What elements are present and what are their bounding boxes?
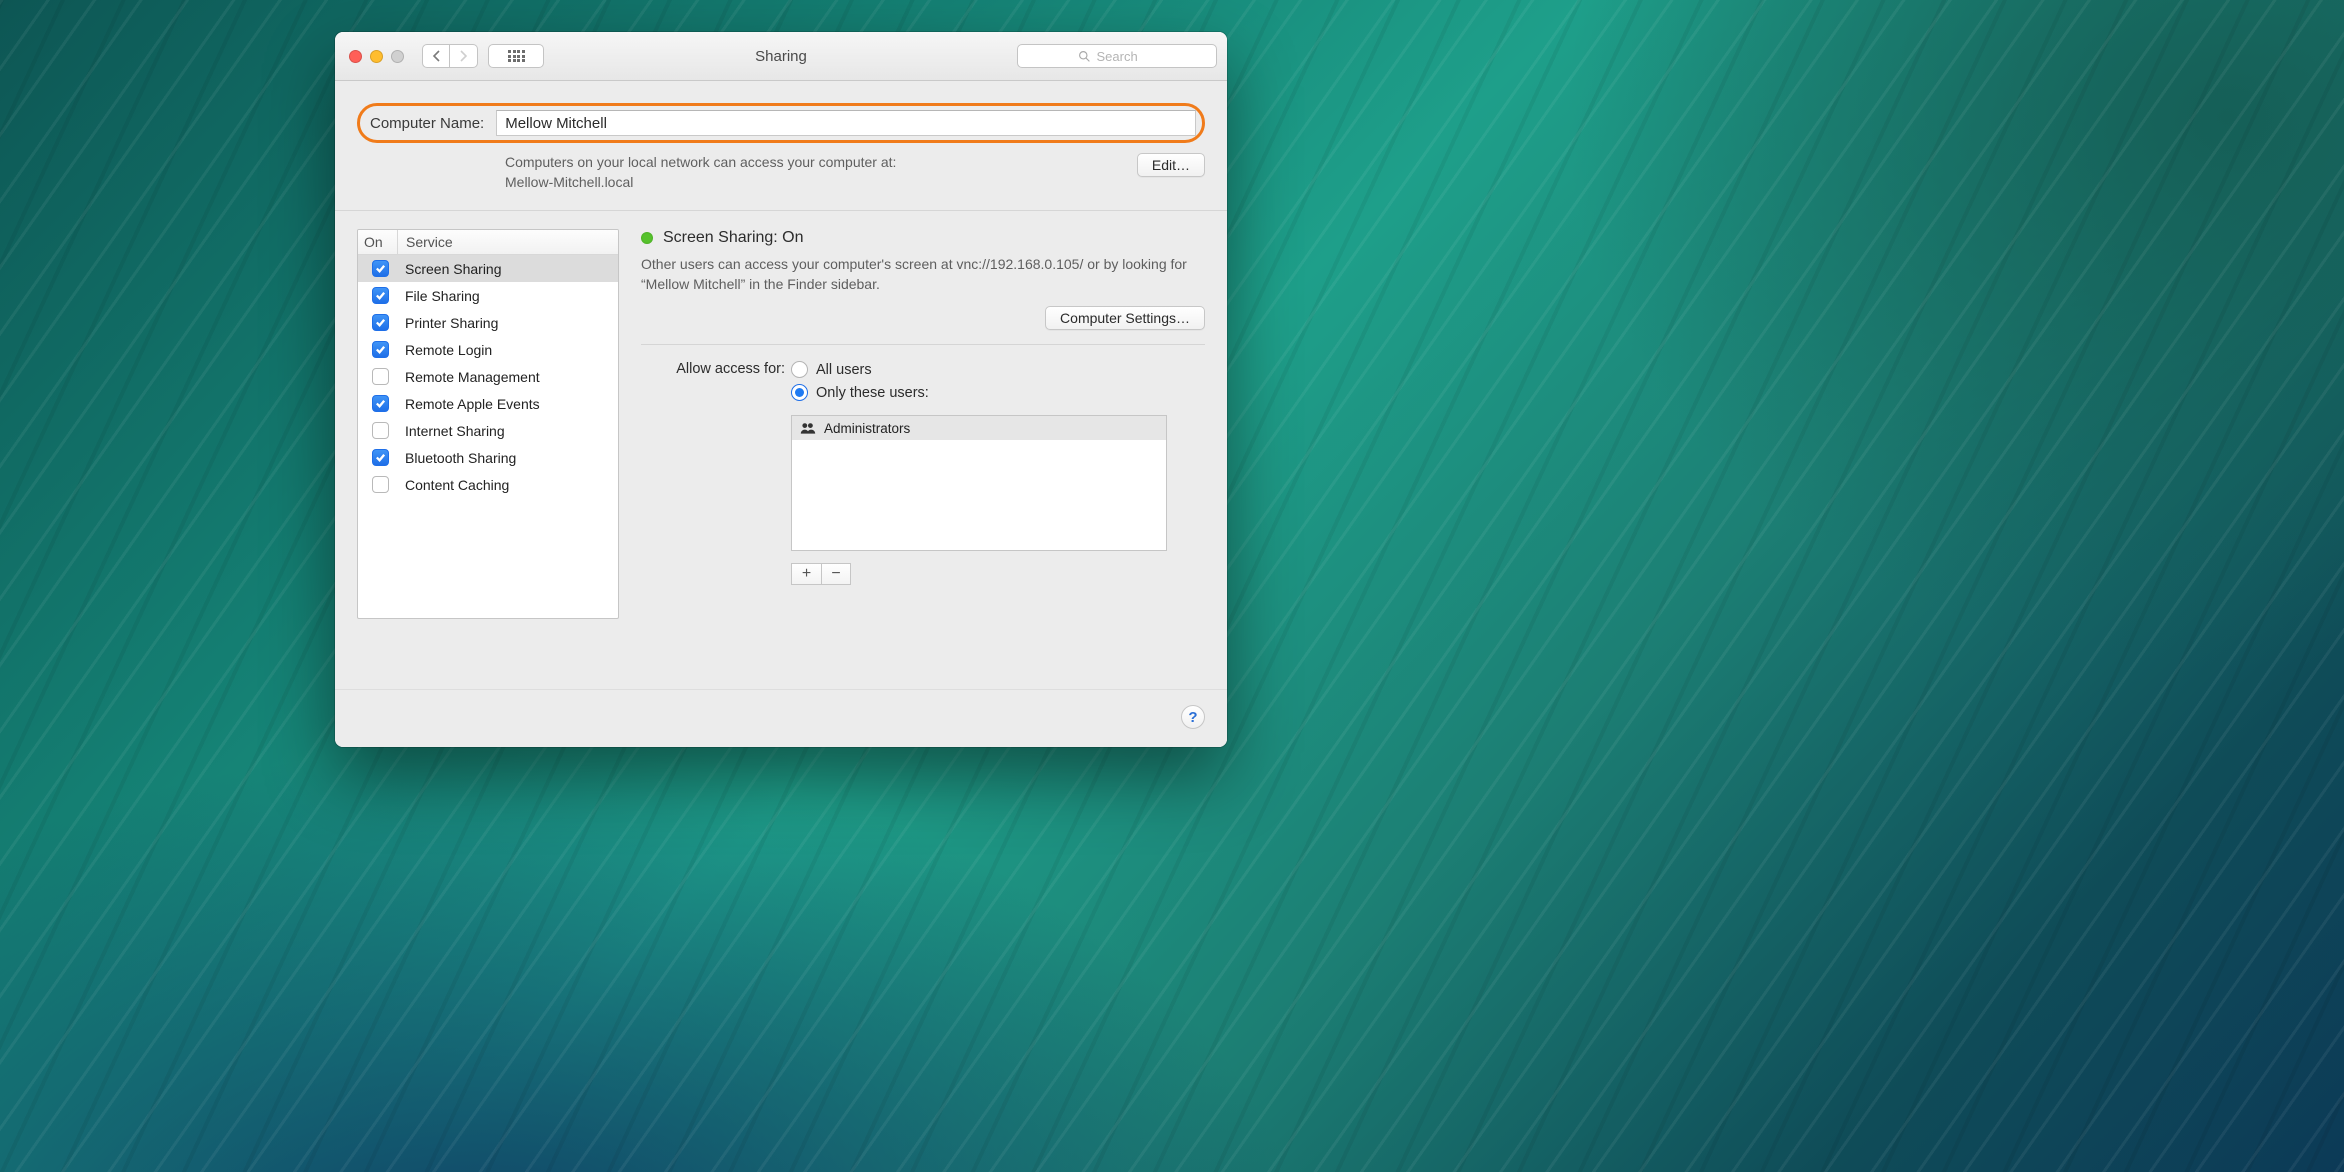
search-input[interactable]	[1097, 49, 1157, 64]
service-checkbox[interactable]	[372, 476, 389, 493]
plus-icon: +	[802, 565, 811, 583]
chevron-right-icon	[459, 50, 468, 62]
column-header-on[interactable]: On	[358, 230, 398, 254]
help-icon: ?	[1188, 709, 1197, 726]
service-detail: Screen Sharing: On Other users can acces…	[641, 229, 1205, 671]
content-area: On Service Screen Sharing File Sharing Pri…	[335, 211, 1227, 689]
add-user-button[interactable]: +	[791, 563, 821, 585]
zoom-window-button[interactable]	[391, 50, 404, 63]
service-list: On Service Screen Sharing File Sharing Pri…	[357, 229, 619, 619]
service-label: Remote Management	[405, 369, 540, 385]
service-row[interactable]: Remote Management	[358, 363, 618, 390]
service-label: Remote Apple Events	[405, 396, 540, 412]
divider	[641, 344, 1205, 345]
service-checkbox[interactable]	[372, 368, 389, 385]
computer-name-label: Computer Name:	[366, 115, 484, 132]
user-list-row-label: Administrators	[824, 421, 910, 436]
sharing-preferences-window: Sharing Computer Name: Computers on your…	[335, 32, 1227, 747]
service-checkbox[interactable]	[372, 395, 389, 412]
radio-all-users[interactable]: All users	[791, 361, 1205, 378]
allow-access-label: Allow access for:	[641, 361, 791, 377]
grid-icon	[508, 50, 524, 62]
service-label: Screen Sharing	[405, 261, 502, 277]
search-icon	[1078, 50, 1091, 63]
minus-icon: −	[831, 565, 840, 583]
service-row[interactable]: Remote Login	[358, 336, 618, 363]
bottom-bar: ?	[335, 689, 1227, 747]
allowed-users-list[interactable]: Administrators	[791, 415, 1167, 551]
service-row[interactable]: Remote Apple Events	[358, 390, 618, 417]
radio-all-users-label: All users	[816, 362, 872, 378]
minimize-window-button[interactable]	[370, 50, 383, 63]
service-label: Remote Login	[405, 342, 492, 358]
window-controls	[349, 50, 404, 63]
back-button[interactable]	[422, 44, 450, 68]
radio-icon	[791, 361, 808, 378]
service-label: Content Caching	[405, 477, 509, 493]
remove-user-button[interactable]: −	[821, 563, 851, 585]
computer-name-pane: Computer Name: Computers on your local n…	[335, 81, 1227, 211]
status-row: Screen Sharing: On	[641, 229, 1205, 247]
status-indicator-icon	[641, 232, 653, 244]
computer-name-highlight: Computer Name:	[357, 103, 1205, 143]
show-all-button[interactable]	[488, 44, 544, 68]
computer-name-input[interactable]	[496, 110, 1196, 136]
service-checkbox[interactable]	[372, 449, 389, 466]
service-checkbox[interactable]	[372, 287, 389, 304]
service-checkbox[interactable]	[372, 314, 389, 331]
service-checkbox[interactable]	[372, 422, 389, 439]
computer-settings-button[interactable]: Computer Settings…	[1045, 306, 1205, 330]
service-row[interactable]: Internet Sharing	[358, 417, 618, 444]
service-row[interactable]: Bluetooth Sharing	[358, 444, 618, 471]
user-list-controls: + −	[791, 563, 1205, 585]
service-label: Printer Sharing	[405, 315, 498, 331]
service-label: Internet Sharing	[405, 423, 505, 439]
status-description: Other users can access your computer's s…	[641, 255, 1205, 294]
titlebar: Sharing	[335, 32, 1227, 81]
users-icon	[800, 422, 816, 434]
computer-name-subtext: Computers on your local network can acce…	[505, 153, 1117, 192]
service-label: Bluetooth Sharing	[405, 450, 516, 466]
service-row[interactable]: Content Caching	[358, 471, 618, 498]
service-list-header: On Service	[358, 230, 618, 255]
close-window-button[interactable]	[349, 50, 362, 63]
service-row[interactable]: Printer Sharing	[358, 309, 618, 336]
nav-buttons	[422, 44, 478, 68]
service-row[interactable]: Screen Sharing	[358, 255, 618, 282]
column-header-service[interactable]: Service	[398, 230, 618, 254]
service-checkbox[interactable]	[372, 260, 389, 277]
chevron-left-icon	[432, 50, 441, 62]
radio-only-these-users[interactable]: Only these users:	[791, 384, 1205, 401]
radio-icon	[791, 384, 808, 401]
user-list-row[interactable]: Administrators	[792, 416, 1166, 440]
search-field[interactable]	[1017, 44, 1217, 68]
forward-button[interactable]	[450, 44, 478, 68]
radio-only-users-label: Only these users:	[816, 385, 929, 401]
edit-hostname-button[interactable]: Edit…	[1137, 153, 1205, 177]
status-title: Screen Sharing: On	[663, 229, 804, 247]
service-label: File Sharing	[405, 288, 480, 304]
service-checkbox[interactable]	[372, 341, 389, 358]
service-row[interactable]: File Sharing	[358, 282, 618, 309]
help-button[interactable]: ?	[1181, 705, 1205, 729]
